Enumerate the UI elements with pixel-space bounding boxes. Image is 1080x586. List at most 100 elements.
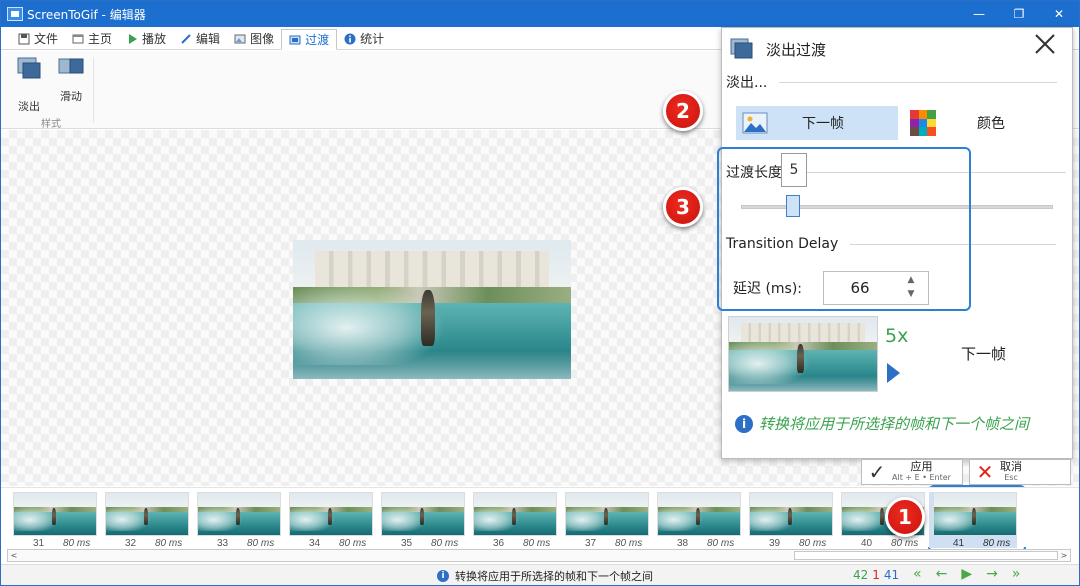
fade-button[interactable]: 淡出 [9, 55, 49, 113]
slide-label: 滑动 [60, 90, 82, 103]
frame-delay: 80 ms [523, 538, 551, 549]
color-option-label: 颜色 [977, 116, 1005, 132]
frame-delay: 80 ms [983, 538, 1011, 549]
frame-navigation: « ← ▶ → » [913, 566, 1020, 582]
frame-thumbnail[interactable]: 34 80 ms [285, 492, 373, 549]
cancel-label: 取消 [1000, 460, 1022, 473]
color-option[interactable]: 颜色 [904, 106, 1066, 140]
slide-icon [58, 58, 84, 74]
tab-play[interactable]: 播放 [119, 28, 173, 49]
cancel-x-icon: ✕ [976, 460, 994, 484]
next-frame-option-label: 下一帧 [802, 116, 844, 132]
previous-frame-icon[interactable]: ← [936, 566, 948, 582]
tab-label: 图像 [250, 32, 275, 46]
scrollbar-thumb[interactable] [794, 551, 1058, 560]
color-palette-icon [910, 110, 936, 136]
frame-thumbnail[interactable]: 38 80 ms [653, 492, 741, 549]
transition-preview-image [728, 316, 878, 392]
tab-home[interactable]: 主页 [65, 28, 119, 49]
tab-transition[interactable]: 过渡 [281, 29, 338, 50]
fade-section-header: 淡出... [726, 72, 1058, 92]
frame-thumbnail[interactable]: 33 80 ms [193, 492, 281, 549]
fade-label: 淡出 [18, 100, 40, 113]
tab-label: 过渡 [305, 33, 330, 47]
tab-label: 文件 [34, 32, 59, 46]
close-window-button[interactable]: ✕ [1039, 1, 1079, 27]
frame-number: 34 [309, 538, 321, 549]
panel-close-button[interactable] [1032, 32, 1058, 58]
close-icon [1035, 34, 1055, 54]
save-icon [18, 33, 30, 44]
frame-strip-scrollbar[interactable]: < > [7, 549, 1071, 562]
cancel-button[interactable]: ✕ 取消 Esc [969, 459, 1071, 485]
tab-statistics[interactable]: 统计 [337, 28, 391, 49]
frame-delay: 80 ms [799, 538, 827, 549]
frame-number: 36 [493, 538, 505, 549]
frame-delay: 80 ms [63, 538, 91, 549]
tab-edit[interactable]: 编辑 [173, 28, 227, 49]
step-badge-3: 3 [663, 187, 703, 227]
fade-icon [17, 57, 41, 79]
frame-delay: 80 ms [431, 538, 459, 549]
status-bar: i 转换将应用于所选择的帧和下一个帧之间 42 1 41 « ← ▶ → » [1, 564, 1079, 585]
preview-target-label: 下一帧 [961, 345, 1007, 363]
frame-number: 39 [769, 538, 781, 549]
frame-delay: 80 ms [891, 538, 919, 549]
picture-icon [742, 112, 768, 134]
frame-number: 38 [677, 538, 689, 549]
panel-header: 淡出过渡 [730, 34, 826, 64]
preview-play-icon[interactable] [887, 363, 900, 383]
editor-window: ScreenToGif - 编辑器 — ❐ ✕ 文件 主页 播放 编辑 图像 过… [0, 0, 1080, 586]
frame-thumbnail[interactable]: 31 80 ms [9, 492, 97, 549]
minimize-button[interactable]: — [959, 1, 999, 27]
frame-counts: 42 1 41 [853, 568, 899, 582]
frame-delay: 80 ms [615, 538, 643, 549]
tab-file[interactable]: 文件 [11, 28, 65, 49]
play-preview-icon[interactable]: ▶ [961, 566, 972, 582]
next-frame-option[interactable]: 下一帧 [736, 106, 898, 140]
tab-label: 编辑 [196, 32, 221, 46]
frame-delay: 80 ms [155, 538, 183, 549]
home-icon [72, 34, 84, 43]
settings-highlight-box [717, 147, 971, 311]
slide-button[interactable]: 滑动 [51, 55, 91, 113]
frame-thumbnail[interactable]: 36 80 ms [469, 492, 557, 549]
current-frame: 41 [883, 568, 900, 582]
transition-panel-icon [730, 38, 753, 59]
apply-button[interactable]: ✓ 应用 Alt + E • Enter [861, 459, 963, 485]
info-icon: i [735, 414, 753, 433]
frame-delay: 80 ms [707, 538, 735, 549]
maximize-button[interactable]: ❐ [999, 1, 1039, 27]
next-frame-icon[interactable]: → [986, 566, 998, 582]
frame-number: 32 [125, 538, 137, 549]
panel-title: 淡出过渡 [766, 40, 827, 59]
frame-thumbnail[interactable]: 37 80 ms [561, 492, 649, 549]
apply-shortcut: Alt + E • Enter [892, 473, 951, 482]
frame-delay: 80 ms [247, 538, 275, 549]
first-frame-icon[interactable]: « [913, 566, 922, 582]
frame-thumbnail[interactable]: 35 80 ms [377, 492, 465, 549]
check-icon: ✓ [868, 460, 886, 484]
total-frames: 42 [853, 568, 869, 582]
last-frame-icon[interactable]: » [1012, 566, 1021, 582]
frame-thumbnail-selected[interactable]: 41 80 ms [929, 492, 1017, 549]
frame-number: 40 [861, 538, 873, 549]
panel-info: i 转换将应用于所选择的帧和下一个帧之间 [735, 413, 1029, 434]
preview-multiplier: 5x [885, 325, 909, 347]
selected-count: 1 [872, 568, 880, 582]
tab-label: 播放 [142, 32, 167, 46]
scroll-left-icon[interactable]: < [8, 550, 20, 561]
frame-number: 33 [217, 538, 229, 549]
frame-thumbnail[interactable]: 32 80 ms [101, 492, 189, 549]
fade-section-label: 淡出... [726, 75, 768, 91]
frame-thumbnail[interactable]: 39 80 ms [745, 492, 833, 549]
step-badge-1: 1 [885, 497, 925, 537]
tab-image[interactable]: 图像 [227, 28, 281, 49]
cancel-shortcut: Esc [1004, 473, 1018, 482]
frame-delay: 80 ms [339, 538, 367, 549]
scroll-right-icon[interactable]: > [1058, 550, 1070, 561]
title-bar: ScreenToGif - 编辑器 — ❐ ✕ [1, 1, 1079, 27]
frame-number: 35 [401, 538, 413, 549]
status-message-text: 转换将应用于所选择的帧和下一个帧之间 [455, 570, 653, 583]
window-title: ScreenToGif - 编辑器 [27, 7, 146, 22]
